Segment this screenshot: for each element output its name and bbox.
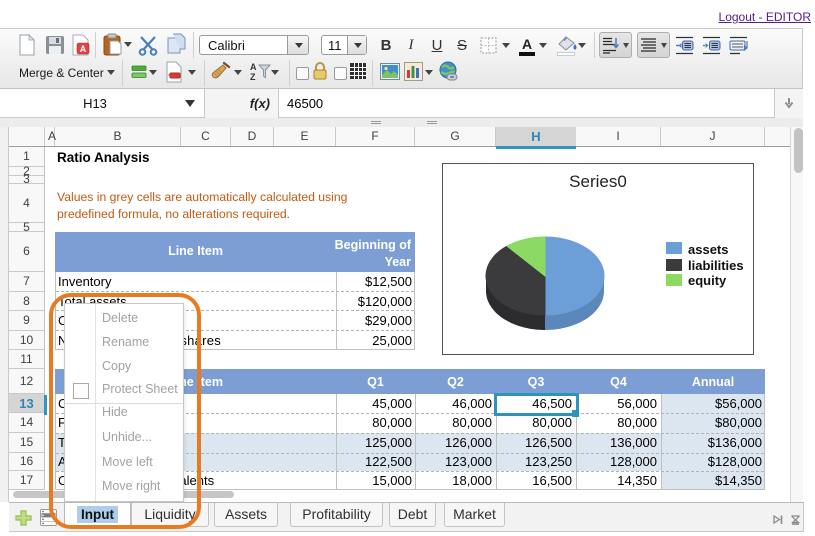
svg-text:A: A [80, 44, 87, 54]
svg-text:A: A [250, 62, 257, 72]
svg-text:Z: Z [250, 72, 256, 82]
